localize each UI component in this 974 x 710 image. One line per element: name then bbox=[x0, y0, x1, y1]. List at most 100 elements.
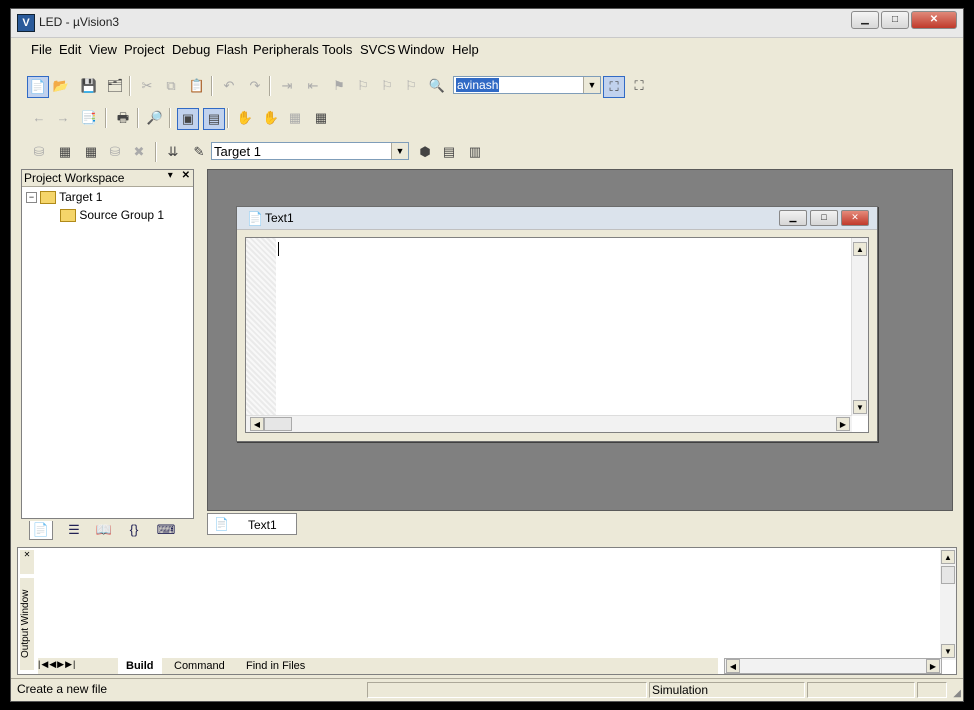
find-in-files-icon[interactable]: 🔍 bbox=[427, 76, 447, 96]
target-options-icon[interactable]: ✎ bbox=[189, 142, 209, 162]
forward-arrow-icon[interactable]: → bbox=[53, 108, 73, 128]
menu-tools[interactable]: Tools bbox=[322, 42, 352, 57]
workspace-close-icon[interactable]: ✕ bbox=[182, 170, 190, 181]
text-editor[interactable]: ▲ ▼ ◀ ▶ bbox=[245, 237, 869, 433]
scroll-left-icon[interactable]: ◀ bbox=[250, 417, 264, 431]
app-logo-icon: V bbox=[17, 14, 35, 32]
templates-tab-icon[interactable]: ⌨ bbox=[155, 521, 177, 539]
menu-help[interactable]: Help bbox=[452, 42, 479, 57]
batch-build-icon[interactable]: ⛁ bbox=[105, 142, 125, 162]
output-window-label: Output Window bbox=[20, 578, 34, 670]
multi-project-icon[interactable]: ▥ bbox=[465, 142, 485, 162]
scroll-right-icon[interactable]: ▶ bbox=[926, 659, 940, 673]
paste-icon[interactable]: 📋 bbox=[187, 76, 207, 96]
find-icon[interactable]: ⛶ bbox=[603, 76, 625, 98]
bookmark-next-icon[interactable]: ⚐ bbox=[377, 76, 397, 96]
books-tab-icon[interactable]: 📖 bbox=[93, 521, 115, 539]
collapse-icon[interactable]: − bbox=[26, 192, 37, 204]
target-select[interactable]: Target 1 ▼ bbox=[211, 142, 409, 160]
doc-minimize-button[interactable]: ▁ bbox=[779, 210, 807, 226]
menu-edit[interactable]: Edit bbox=[59, 42, 81, 57]
menu-project[interactable]: Project bbox=[124, 42, 164, 57]
menu-file[interactable]: File bbox=[31, 42, 52, 57]
menu-view[interactable]: View bbox=[89, 42, 117, 57]
incremental-find-icon[interactable]: ⛶ bbox=[629, 76, 649, 96]
workspace-menu-icon[interactable]: ▾ bbox=[168, 170, 173, 181]
doc-maximize-button[interactable]: □ bbox=[810, 210, 838, 226]
bookmark-prev-icon[interactable]: ⚐ bbox=[353, 76, 373, 96]
build-target-icon[interactable]: ▦ bbox=[55, 142, 75, 162]
source-browser-icon[interactable]: ✋ bbox=[261, 108, 281, 128]
tab-text1[interactable]: 📄 Text1 bbox=[207, 513, 297, 535]
output-horizontal-scrollbar[interactable]: ◀ ▶ bbox=[724, 658, 942, 674]
document-title: Text1 bbox=[265, 211, 294, 225]
editor-vertical-scrollbar[interactable]: ▲ ▼ bbox=[851, 238, 868, 416]
scroll-down-icon[interactable]: ▼ bbox=[941, 644, 955, 658]
manage-icon[interactable]: ▤ bbox=[439, 142, 459, 162]
save-all-icon[interactable]: 🗂 bbox=[105, 76, 125, 96]
copy-icon[interactable]: ⧉ bbox=[161, 76, 181, 96]
bookmark-toggle-icon[interactable]: ⚑ bbox=[329, 76, 349, 96]
zoom-icon[interactable]: 🔎 bbox=[145, 108, 165, 128]
title-bar: V LED - µVision3 ▁ □ ✕ bbox=[11, 9, 963, 38]
scroll-down-icon[interactable]: ▼ bbox=[853, 400, 867, 414]
save-icon[interactable]: 💾 bbox=[79, 76, 99, 96]
unindent-icon[interactable]: ⇤ bbox=[303, 76, 323, 96]
editor-horizontal-scrollbar[interactable]: ◀ ▶ bbox=[246, 415, 852, 432]
tab-find-in-files[interactable]: Find in Files bbox=[238, 658, 313, 674]
options-icon[interactable]: ▦ bbox=[311, 108, 331, 128]
hand-icon[interactable]: ✋ bbox=[235, 108, 255, 128]
chevron-down-icon[interactable]: ▼ bbox=[391, 143, 408, 159]
scroll-thumb[interactable] bbox=[264, 417, 292, 431]
menu-svcs[interactable]: SVCS bbox=[360, 42, 395, 57]
output-tabs: |◀◀▶▶| Build Command Find in Files bbox=[38, 658, 718, 674]
scroll-right-icon[interactable]: ▶ bbox=[836, 417, 850, 431]
scroll-thumb[interactable] bbox=[941, 566, 955, 584]
output-pin-icon[interactable]: ✕ bbox=[20, 550, 34, 574]
config-icon[interactable]: ▦ bbox=[285, 108, 305, 128]
files-tab-icon[interactable]: 📄 bbox=[29, 521, 53, 540]
stop-build-icon[interactable]: ✖ bbox=[129, 142, 149, 162]
menu-peripherals[interactable]: Peripherals bbox=[253, 42, 319, 57]
menu-debug[interactable]: Debug bbox=[172, 42, 210, 57]
scroll-up-icon[interactable]: ▲ bbox=[941, 550, 955, 564]
print-icon[interactable]: 🖶 bbox=[113, 108, 133, 128]
tab-command[interactable]: Command bbox=[166, 658, 233, 674]
close-button[interactable]: ✕ bbox=[911, 11, 957, 29]
components-icon[interactable]: ⬢ bbox=[415, 142, 435, 162]
tab-build[interactable]: Build bbox=[118, 658, 162, 674]
maximize-button[interactable]: □ bbox=[881, 11, 909, 29]
output-vertical-scrollbar[interactable]: ▲ ▼ bbox=[940, 548, 956, 660]
download-icon[interactable]: ⇊ bbox=[163, 142, 183, 162]
functions-tab-icon[interactable]: {} bbox=[123, 521, 145, 539]
redo-icon[interactable]: ↷ bbox=[245, 76, 265, 96]
resize-grip-icon[interactable]: ◢ bbox=[953, 688, 961, 699]
find-combo[interactable]: avinash ▼ bbox=[453, 76, 601, 94]
status-pane-blank bbox=[367, 682, 647, 698]
doc-close-button[interactable]: ✕ bbox=[841, 210, 869, 226]
scroll-left-icon[interactable]: ◀ bbox=[726, 659, 740, 673]
bookmark-clear-icon[interactable]: ⚐ bbox=[401, 76, 421, 96]
tab-label: Text1 bbox=[248, 518, 277, 532]
minimize-button[interactable]: ▁ bbox=[851, 11, 879, 29]
undo-icon[interactable]: ↶ bbox=[219, 76, 239, 96]
translate-icon[interactable]: ⛁ bbox=[29, 142, 49, 162]
chevron-down-icon[interactable]: ▼ bbox=[583, 77, 600, 93]
rebuild-all-icon[interactable]: ▦ bbox=[81, 142, 101, 162]
tree-item-target[interactable]: − Target 1 bbox=[26, 190, 164, 208]
tree-item-source-group[interactable]: Source Group 1 bbox=[26, 208, 164, 226]
registers-tab-icon[interactable]: ☰ bbox=[63, 521, 85, 539]
open-file-icon[interactable]: 📂 bbox=[51, 76, 71, 96]
back-arrow-icon[interactable]: ← bbox=[29, 108, 49, 128]
tab-scroll-arrows-icon[interactable]: |◀◀▶▶| bbox=[38, 659, 76, 670]
cut-icon[interactable]: ✂ bbox=[137, 76, 157, 96]
menu-window[interactable]: Window bbox=[398, 42, 444, 57]
scroll-up-icon[interactable]: ▲ bbox=[853, 242, 867, 256]
new-file-icon[interactable]: 📄 bbox=[27, 76, 49, 98]
indent-icon[interactable]: ⇥ bbox=[277, 76, 297, 96]
goto-file-icon[interactable]: 📑 bbox=[79, 108, 99, 128]
workspace-window-icon[interactable]: ▣ bbox=[177, 108, 199, 130]
menu-flash[interactable]: Flash bbox=[216, 42, 248, 57]
output-window-icon[interactable]: ▤ bbox=[203, 108, 225, 130]
target-folder-icon bbox=[40, 191, 56, 205]
